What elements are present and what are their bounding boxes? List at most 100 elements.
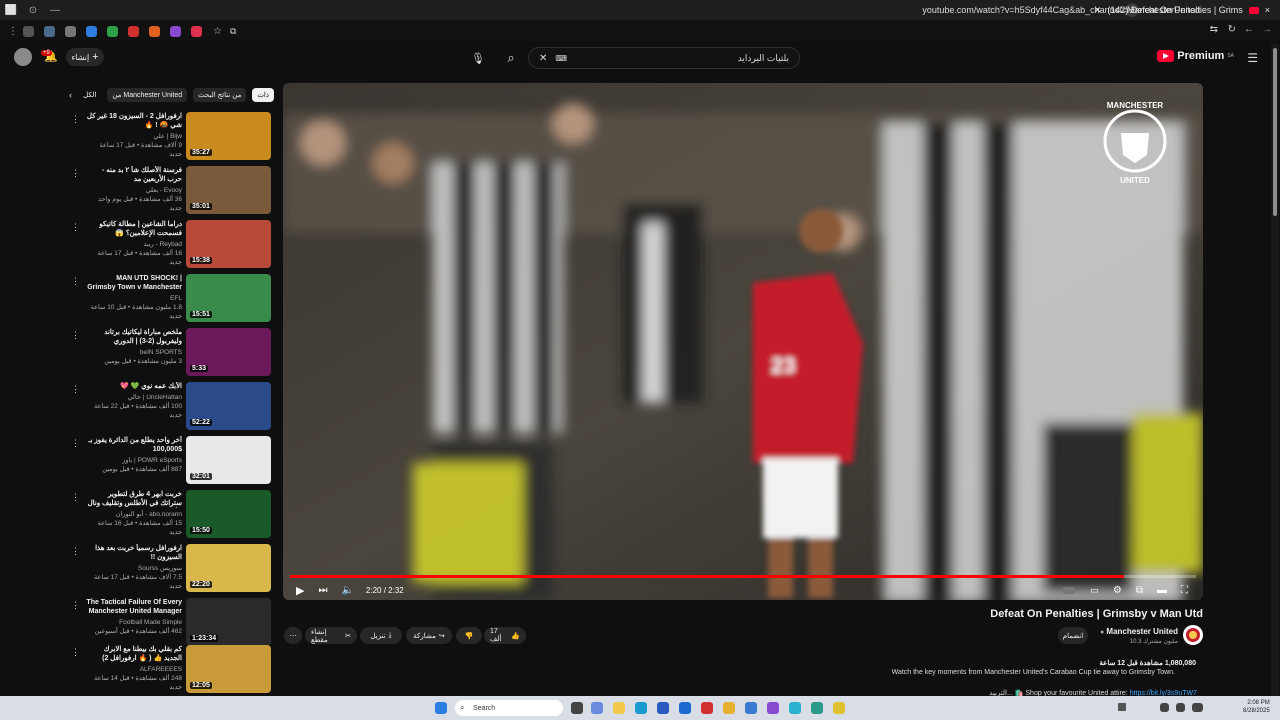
- related-video-channel[interactable]: EFL: [86, 294, 182, 303]
- clear-search-icon[interactable]: ✕: [539, 53, 547, 64]
- subtitles-icon[interactable]: ▭: [1090, 585, 1099, 596]
- chip-more[interactable]: الكل: [78, 88, 101, 102]
- related-video-channel[interactable]: abo.norann - أبو النوران: [86, 510, 182, 519]
- related-video-item[interactable]: 12:05 كم بقلي بك بيطنا مع الابرك الجديد 👍…: [0, 645, 276, 699]
- more-vert-icon[interactable]: ⋮: [71, 384, 80, 395]
- download-button[interactable]: تنزيل ⤓: [360, 627, 402, 644]
- autoplay-toggle[interactable]: [1062, 586, 1077, 594]
- next-icon[interactable]: ⏭: [318, 585, 327, 596]
- extension-icon-2[interactable]: [44, 25, 55, 37]
- app-icon-purple[interactable]: [767, 702, 779, 714]
- related-video-title[interactable]: ملخص مباراة ليكاتيك برتاند وليفربول (2-3…: [86, 328, 182, 346]
- scrollbar-thumb[interactable]: [1273, 48, 1277, 216]
- fullscreen-icon[interactable]: ⛶: [1181, 585, 1188, 596]
- extension-icon-6[interactable]: [128, 25, 139, 37]
- store-icon[interactable]: [657, 702, 669, 714]
- related-video-item[interactable]: 1:23:34 The Tactical Failure Of Every Man…: [0, 598, 276, 652]
- related-video-item[interactable]: 15:38 دراما الشاعين | مطالة كاتيكو فسمحت …: [0, 220, 276, 274]
- miniplayer-icon[interactable]: ⧉: [1136, 585, 1143, 596]
- theater-mode-icon[interactable]: ▬: [1157, 585, 1167, 596]
- search-icon[interactable]: ⌕: [496, 47, 526, 69]
- extension-icon-7[interactable]: [149, 25, 160, 37]
- channel-avatar[interactable]: [1183, 625, 1203, 645]
- channel-name[interactable]: ● Manchester United: [1100, 627, 1178, 636]
- more-vert-icon[interactable]: ⋮: [71, 168, 80, 179]
- extension-icon-9[interactable]: [191, 25, 202, 37]
- dislike-button[interactable]: 👎: [456, 627, 482, 644]
- extension-icon-8[interactable]: [170, 25, 181, 37]
- create-button[interactable]: إنشاء +: [66, 48, 104, 66]
- file-explorer-icon[interactable]: [613, 702, 625, 714]
- reload-icon[interactable]: ↻: [1228, 24, 1236, 35]
- star-icon[interactable]: ☆: [213, 26, 222, 37]
- back-icon[interactable]: ←: [1244, 24, 1254, 35]
- related-video-item[interactable]: 32:01 آخر واحد يطلع من الدائرة يفوز بـ $1…: [0, 436, 276, 490]
- related-video-title[interactable]: The Tactical Failure Of Every Manchester…: [86, 598, 182, 616]
- more-vert-icon[interactable]: ⋮: [71, 114, 80, 125]
- taskbar-search[interactable]: ⌕ Search: [455, 700, 563, 716]
- voice-search-mic-icon[interactable]: 🎙: [468, 48, 488, 68]
- more-vert-icon[interactable]: ⋮: [71, 647, 80, 658]
- volume-icon[interactable]: 🔈: [341, 585, 353, 596]
- share-button[interactable]: مشاركة ↪: [406, 627, 452, 644]
- related-video-item[interactable]: 35:27 ارفورافل 2 - السيزون 18 غير كل شي 🤬…: [0, 112, 276, 166]
- related-video-channel[interactable]: Reybad - ريبد: [86, 240, 182, 249]
- guide-menu-icon[interactable]: ☰: [1247, 51, 1258, 65]
- app-icon-cyan[interactable]: [789, 702, 801, 714]
- related-video-title[interactable]: ارفورافل رسمياً خربت بعد هذا السيزون !!: [86, 544, 182, 562]
- related-video-channel[interactable]: POWR eSports | باور: [86, 456, 182, 465]
- related-video-title[interactable]: دراما الشاعين | مطالة كاتيكو فسمحت الإعل…: [86, 220, 182, 238]
- tune-icon[interactable]: ⇆: [1210, 24, 1218, 35]
- app-icon-yellow[interactable]: [833, 702, 845, 714]
- related-video-channel[interactable]: Evooy - بعلي: [86, 186, 182, 195]
- wifi-icon[interactable]: [1160, 703, 1169, 712]
- app-icon-teal[interactable]: [811, 702, 823, 714]
- related-video-title[interactable]: آخر واحد يطلع من الدائرة يفوز بـ $100,00…: [86, 436, 182, 454]
- related-video-title[interactable]: MAN UTD SHOCK! | Grimsby Town v Manchest…: [86, 274, 182, 292]
- extension-icon-3[interactable]: [65, 25, 76, 37]
- more-menu-icon[interactable]: ⋮: [8, 26, 18, 37]
- task-view-icon[interactable]: [571, 702, 583, 714]
- related-video-item[interactable]: 15:50 خربت ابهر 4 طرق لتطوير ستراتك في ال…: [0, 490, 276, 544]
- chip-from-search[interactable]: من نتائج البحث: [193, 88, 247, 102]
- related-video-title[interactable]: ارفورافل 2 - السيزون 18 غير كل شي 🤬 ! 🔥: [86, 112, 182, 130]
- extension-icon-1[interactable]: [23, 25, 34, 37]
- forward-icon[interactable]: →: [1262, 24, 1272, 35]
- app-icon-blue[interactable]: [745, 702, 757, 714]
- related-video-title[interactable]: الأبك عمه نوي 💚 💖: [86, 382, 182, 391]
- more-vert-icon[interactable]: ⋮: [71, 600, 80, 611]
- browser-menu-icon[interactable]: ⬜: [0, 0, 22, 20]
- more-vert-icon[interactable]: ⋮: [71, 330, 80, 341]
- related-video-channel[interactable]: Football Made Simple: [86, 618, 182, 627]
- extension-icon-5[interactable]: [107, 25, 118, 37]
- extension-icon-4[interactable]: [86, 25, 97, 37]
- settings-gear-icon[interactable]: ⚙: [1113, 585, 1122, 596]
- play-icon[interactable]: ▶: [296, 584, 304, 597]
- taskbar-clock[interactable]: 2:08 PM 8/28/2025: [1243, 699, 1270, 715]
- progress-bar[interactable]: [290, 575, 1196, 578]
- like-button[interactable]: 17 ألف 👍: [484, 627, 526, 644]
- edge-icon[interactable]: [635, 702, 647, 714]
- url-field[interactable]: youtube.com/watch?v=h5Sdyf44Cag&ab_chann…: [922, 5, 1200, 15]
- related-video-channel[interactable]: beIN SPORTS: [86, 348, 182, 357]
- youtube-premium-logo[interactable]: Premium SA: [1157, 50, 1234, 62]
- tab-search-icon[interactable]: ⊙: [22, 0, 44, 20]
- related-video-channel[interactable]: سوريس Sourss: [86, 564, 182, 573]
- account-avatar[interactable]: [14, 48, 32, 66]
- outlook-icon[interactable]: [679, 702, 691, 714]
- join-button[interactable]: انضمام: [1058, 627, 1088, 644]
- related-video-item[interactable]: 15:51 MAN UTD SHOCK! | Grimsby Town v Man…: [0, 274, 276, 328]
- related-video-channel[interactable]: Bijw | علي: [86, 132, 182, 141]
- chrome-icon[interactable]: [723, 702, 735, 714]
- tab-close-x-icon[interactable]: ×: [1265, 5, 1270, 15]
- tray-chevron-icon[interactable]: [1118, 703, 1126, 711]
- search-input[interactable]: ✕ ⌨ بلتيات اليردايد: [528, 47, 800, 69]
- app-icon-red[interactable]: [701, 702, 713, 714]
- related-video-item[interactable]: 35:01 فرسنة الأصلك شأ ٢ بد منه - حرب الأر…: [0, 166, 276, 220]
- minimize-icon[interactable]: —: [44, 0, 66, 20]
- more-vert-icon[interactable]: ⋮: [71, 492, 80, 503]
- clip-button[interactable]: إنشاء مقطع ✂: [305, 627, 357, 644]
- related-video-item[interactable]: 52:22 الأبك عمه نوي 💚 💖 UncleHattan | خالي…: [0, 382, 276, 436]
- battery-icon[interactable]: [1192, 703, 1203, 712]
- more-actions-button[interactable]: ⋯: [284, 627, 302, 644]
